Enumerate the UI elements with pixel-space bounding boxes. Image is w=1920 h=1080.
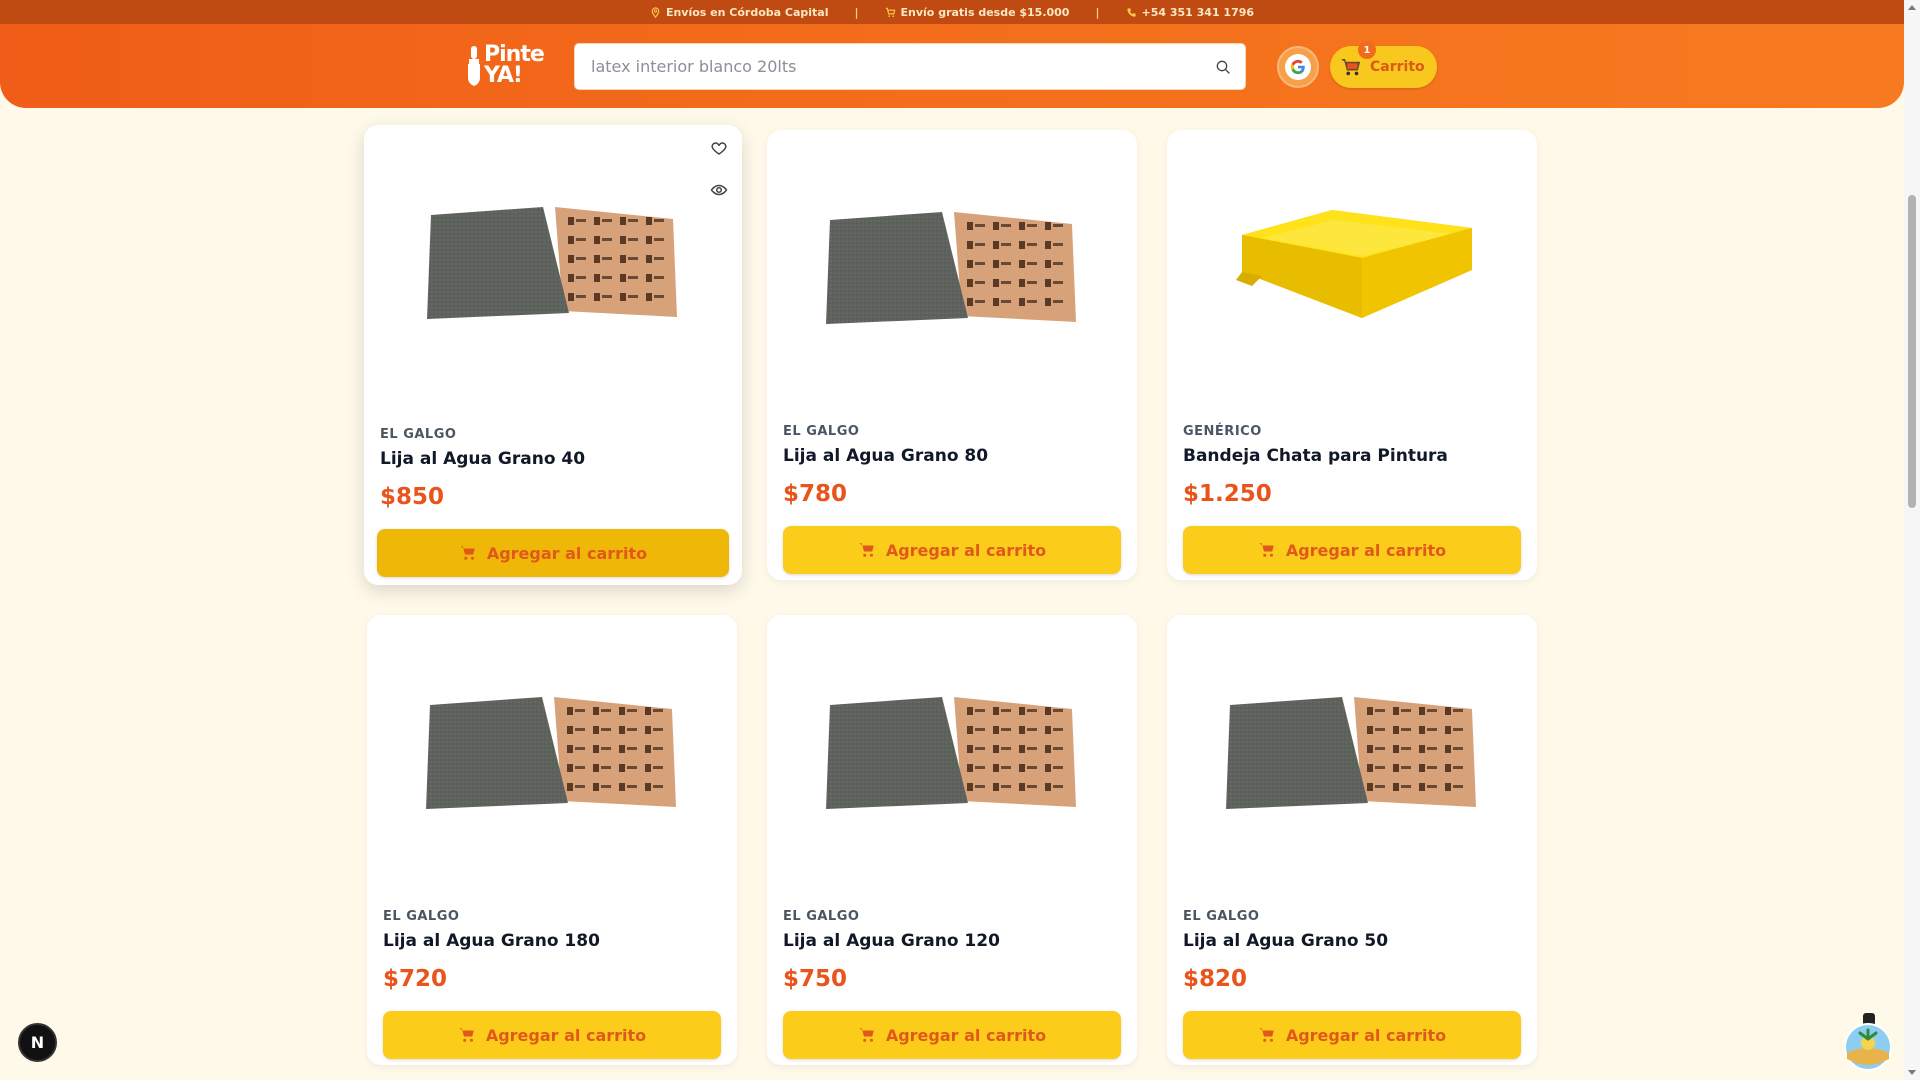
- add-to-cart-button[interactable]: Agregar al carrito: [1183, 1011, 1521, 1059]
- add-to-cart-label: Agregar al carrito: [486, 543, 648, 563]
- paint-tray-image: [1236, 210, 1472, 318]
- product-image[interactable]: [367, 615, 737, 885]
- product-price: $820: [1183, 966, 1248, 992]
- product-brand: GENÉRICO: [1183, 424, 1262, 439]
- product-card[interactable]: GENÉRICO Bandeja Chata para Pintura $1.250…: [1167, 130, 1537, 580]
- location-pin-icon: [651, 6, 660, 18]
- page-scrollbar[interactable]: [1904, 0, 1920, 1080]
- product-card[interactable]: EL GALGO Lija al Agua Grano 180 $720 Agrega…: [367, 615, 737, 1065]
- add-to-cart-label: Agregar al carrito: [885, 540, 1047, 560]
- cart-icon: [859, 1028, 874, 1042]
- product-card[interactable]: EL GALGO Lija al Agua Grano 120 $750 Agrega…: [767, 615, 1137, 1065]
- product-image[interactable]: [1167, 130, 1537, 400]
- cart-icon: [460, 546, 475, 560]
- shipping-area-info: Envíos en Córdoba Capital: [650, 5, 829, 19]
- phone-text: +54 351 341 1796: [1141, 5, 1255, 19]
- product-brand: EL GALGO: [380, 427, 457, 442]
- shopping-cart-icon: [1341, 58, 1361, 76]
- product-card[interactable]: EL GALGO Lija al Agua Grano 50 $820 Agregar…: [1167, 615, 1537, 1065]
- product-price: $750: [783, 966, 848, 992]
- cart-count-badge: 1: [1358, 41, 1376, 59]
- product-card[interactable]: EL GALGO Lija al Agua Grano 40 $850 Agregar…: [364, 125, 742, 585]
- sandpaper-image: [427, 207, 677, 319]
- chat-widget-icon[interactable]: [1843, 1013, 1893, 1071]
- cart-button[interactable]: 1 Carrito: [1330, 41, 1437, 88]
- cart-icon: [859, 543, 874, 557]
- phone-icon: [1126, 7, 1136, 17]
- product-image[interactable]: [767, 130, 1137, 400]
- top-info-bar: Envíos en Córdoba Capital | Envío gratis…: [0, 0, 1904, 24]
- product-brand: EL GALGO: [783, 909, 860, 924]
- sandpaper-image: [426, 697, 676, 809]
- cart-icon: [885, 7, 895, 17]
- search-input[interactable]: [591, 44, 1191, 89]
- logo-text-line2: YA!: [484, 63, 523, 88]
- product-name[interactable]: Bandeja Chata para Pintura: [1183, 446, 1448, 466]
- free-shipping-text: Envío gratis desde $15.000: [900, 5, 1070, 19]
- quick-view-eye-icon[interactable]: [710, 181, 728, 199]
- product-price: $780: [783, 481, 848, 507]
- product-name[interactable]: Lija al Agua Grano 40: [380, 449, 585, 469]
- site-logo[interactable]: Pinte YA!: [466, 42, 546, 88]
- sandpaper-image: [1226, 697, 1476, 809]
- product-name[interactable]: Lija al Agua Grano 180: [383, 931, 600, 951]
- divider: |: [1095, 5, 1100, 19]
- search-icon[interactable]: [1215, 59, 1231, 75]
- product-name[interactable]: Lija al Agua Grano 80: [783, 446, 988, 466]
- cart-icon: [1259, 543, 1274, 557]
- divider: |: [854, 5, 859, 19]
- search-bar: [574, 43, 1246, 90]
- add-to-cart-label: Agregar al carrito: [1285, 540, 1447, 560]
- product-image[interactable]: [1167, 615, 1537, 885]
- product-brand: EL GALGO: [1183, 909, 1260, 924]
- add-to-cart-button[interactable]: Agregar al carrito: [377, 529, 729, 577]
- add-to-cart-label: Agregar al carrito: [1285, 1025, 1447, 1045]
- cart-icon: [1259, 1028, 1274, 1042]
- cart-icon: [459, 1028, 474, 1042]
- scroll-up-arrow-icon[interactable]: [1908, 5, 1916, 10]
- nextjs-dev-badge[interactable]: N: [18, 1023, 57, 1062]
- sandpaper-image: [826, 697, 1076, 809]
- product-name[interactable]: Lija al Agua Grano 120: [783, 931, 1000, 951]
- product-image[interactable]: [364, 125, 742, 395]
- google-icon: [1285, 54, 1311, 80]
- shipping-area-text: Envíos en Córdoba Capital: [665, 5, 829, 19]
- add-to-cart-button[interactable]: Agregar al carrito: [783, 1011, 1121, 1059]
- add-to-cart-label: Agregar al carrito: [485, 1025, 647, 1045]
- paintbrush-icon: [468, 46, 480, 86]
- add-to-cart-button[interactable]: Agregar al carrito: [1183, 526, 1521, 574]
- scrollbar-thumb[interactable]: [1908, 195, 1916, 508]
- google-login-button[interactable]: [1277, 46, 1319, 88]
- sandpaper-image: [826, 212, 1076, 324]
- add-to-cart-button[interactable]: Agregar al carrito: [383, 1011, 721, 1059]
- site-header: Pinte YA! 1 Carrito: [0, 24, 1904, 108]
- add-to-cart-button[interactable]: Agregar al carrito: [783, 526, 1121, 574]
- product-price: $1.250: [1183, 481, 1272, 507]
- scroll-down-arrow-icon[interactable]: [1908, 1070, 1916, 1075]
- favorite-heart-icon[interactable]: [710, 139, 728, 157]
- product-price: $720: [383, 966, 448, 992]
- product-card[interactable]: EL GALGO Lija al Agua Grano 80 $780 Agregar…: [767, 130, 1137, 580]
- product-name[interactable]: Lija al Agua Grano 50: [1183, 931, 1388, 951]
- cart-label: Carrito: [1370, 59, 1425, 75]
- free-shipping-info: Envío gratis desde $15.000: [885, 5, 1070, 19]
- product-price: $850: [380, 484, 445, 510]
- add-to-cart-label: Agregar al carrito: [885, 1025, 1047, 1045]
- product-brand: EL GALGO: [383, 909, 460, 924]
- product-image[interactable]: [767, 615, 1137, 885]
- phone-info[interactable]: +54 351 341 1796: [1126, 5, 1255, 19]
- product-brand: EL GALGO: [783, 424, 860, 439]
